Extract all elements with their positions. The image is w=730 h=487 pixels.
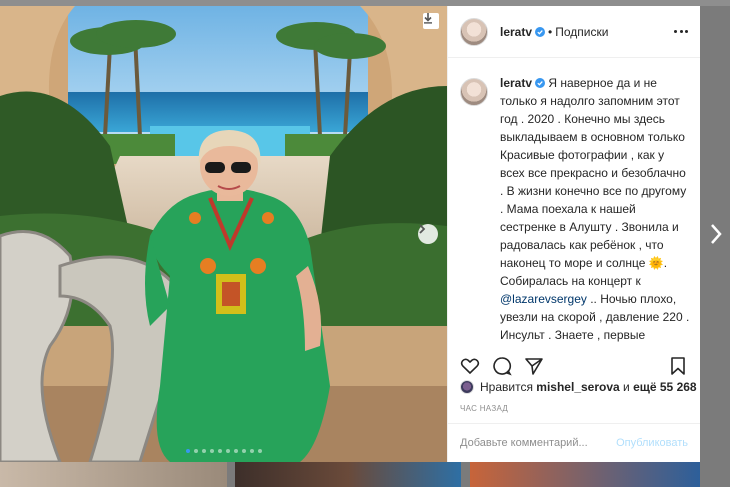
share-icon[interactable]: [524, 356, 544, 376]
likes-prefix: Нравится: [480, 380, 533, 394]
more-icon: [674, 29, 677, 33]
carousel-dot: [257, 449, 262, 453]
more-icon: [685, 29, 688, 33]
carousel-dot: [209, 449, 214, 453]
heart-icon[interactable]: [460, 356, 480, 376]
carousel-indicator: [0, 449, 447, 453]
carousel-dot: [185, 449, 190, 453]
bookmark-icon[interactable]: [668, 356, 688, 376]
carousel-dot: [193, 449, 198, 453]
background-feed: [0, 462, 730, 487]
carousel-dot: [233, 449, 238, 453]
post-timestamp[interactable]: час назад: [460, 404, 508, 413]
action-bar: [460, 354, 688, 378]
likes-summary: Нравится mishel_serova и ещё 55 268: [460, 380, 697, 394]
post-photo-image: [0, 6, 447, 462]
background-thumbnail[interactable]: [235, 462, 461, 487]
post-modal: leratv • Подписки leratv Я наверное да и…: [0, 6, 700, 462]
more-icon: [679, 29, 683, 33]
comment-input[interactable]: [460, 437, 617, 449]
post-side-panel: leratv • Подписки leratv Я наверное да и…: [447, 6, 700, 462]
chevron-right-icon: [419, 224, 426, 234]
caption-body: leratv Я наверное да и не только я надол…: [500, 74, 692, 342]
post-photo[interactable]: [0, 6, 447, 462]
comment-form: Опубликовать: [448, 423, 700, 462]
liker-username[interactable]: mishel_serova: [536, 380, 619, 394]
avatar[interactable]: [460, 78, 488, 106]
carousel-dot: [241, 449, 246, 453]
background-thumbnail[interactable]: [0, 462, 227, 487]
post-header: leratv • Подписки: [448, 6, 700, 58]
chevron-right-icon[interactable]: [708, 222, 724, 246]
comment-icon[interactable]: [492, 356, 512, 376]
header-separator: •: [548, 24, 553, 39]
next-photo-button[interactable]: [418, 224, 438, 244]
liker-avatar[interactable]: [460, 380, 474, 394]
following-button[interactable]: Подписки: [555, 25, 608, 39]
likes-connector: и: [623, 380, 630, 394]
post-caption: leratv Я наверное да и не только я надол…: [460, 74, 692, 342]
verified-badge-icon: [535, 78, 546, 88]
carousel-dot: [217, 449, 222, 453]
background-thumbnail[interactable]: [470, 462, 700, 487]
caption-text: Я наверное да и не только я надолго запо…: [500, 76, 687, 288]
post-comment-button[interactable]: Опубликовать: [616, 437, 688, 449]
carousel-dot: [225, 449, 230, 453]
likes-count[interactable]: ещё 55 268: [633, 380, 697, 394]
avatar[interactable]: [460, 17, 488, 46]
download-icon: [424, 13, 432, 24]
caption-username[interactable]: leratv: [500, 76, 532, 90]
post-username[interactable]: leratv: [500, 25, 532, 39]
carousel-dot: [201, 449, 206, 453]
carousel-dot: [249, 449, 254, 453]
download-button[interactable]: [423, 13, 439, 29]
more-options-button[interactable]: [674, 29, 688, 34]
verified-badge-icon: [535, 26, 546, 37]
mention-link[interactable]: @lazarevsergey: [500, 292, 587, 306]
